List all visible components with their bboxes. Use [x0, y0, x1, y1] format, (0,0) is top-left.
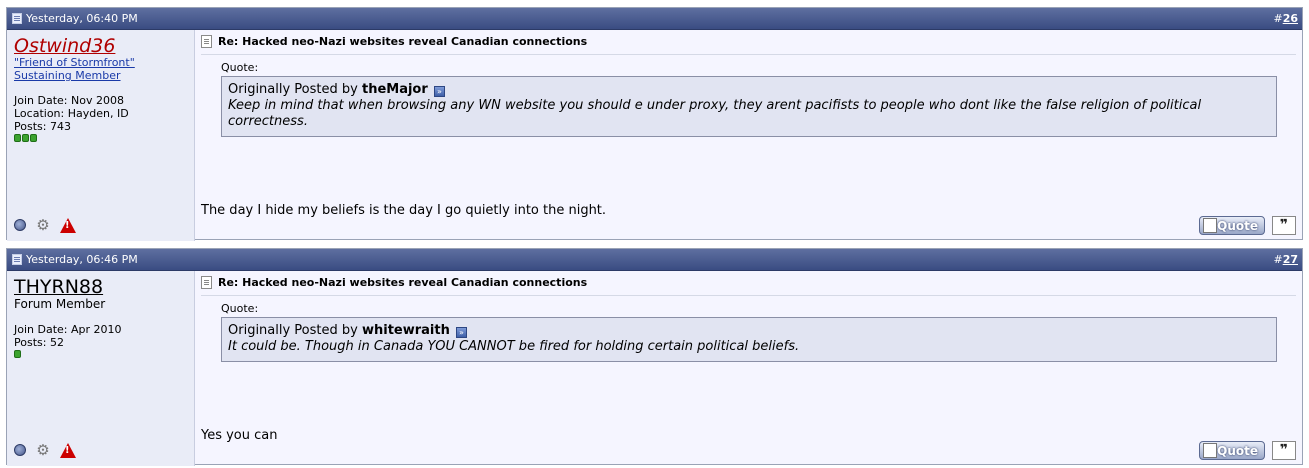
online-status-icon [14, 219, 26, 231]
address-book-icon[interactable]: ⚙ [34, 217, 52, 233]
user-info: Ostwind36 "Friend of Stormfront" Sustain… [7, 30, 195, 241]
view-post-icon[interactable]: » [456, 327, 467, 338]
post-header: Yesterday, 06:46 PM #27 [7, 249, 1302, 271]
post-count: Posts: 52 [14, 336, 64, 349]
quote-block: Quote: Originally Posted by theMajor » K… [221, 61, 1277, 137]
post-icon [12, 254, 22, 265]
post-count: Posts: 743 [14, 120, 71, 133]
post-title-row: Re: Hacked neo-Nazi websites reveal Cana… [201, 276, 1296, 296]
quote-button-label: Quote [1217, 218, 1258, 233]
quote-box: Originally Posted by whitewraith » It co… [221, 317, 1277, 362]
user-meta: Join Date: Apr 2010 Posts: 52 [14, 323, 187, 358]
post-number-link[interactable]: 27 [1283, 253, 1298, 266]
quote-attribution: Originally Posted by whitewraith » [228, 323, 1270, 339]
user-icons: ⚙ [14, 217, 76, 233]
location: Location: Hayden, ID [14, 107, 129, 120]
quote-prefix: Originally Posted by [228, 323, 358, 338]
post-number: #26 [1273, 12, 1298, 25]
post-message: Yes you can [201, 428, 278, 443]
post-number: #27 [1273, 253, 1298, 266]
post-header: Yesterday, 06:40 PM #26 [7, 8, 1302, 30]
user-title-link[interactable]: "Friend of Stormfront" [14, 56, 187, 69]
reputation-pip [14, 134, 21, 142]
quote-prefix: Originally Posted by [228, 82, 358, 97]
quote-pen-icon [1203, 443, 1217, 458]
join-date: Join Date: Nov 2008 [14, 94, 124, 107]
user-meta: Join Date: Nov 2008 Location: Hayden, ID… [14, 94, 187, 142]
view-post-icon[interactable]: » [433, 86, 445, 97]
post-number-hash: # [1273, 12, 1283, 25]
post-icon [12, 13, 22, 24]
post-date-text: Yesterday, 06:40 PM [26, 12, 138, 25]
report-post-icon[interactable] [60, 217, 76, 233]
reputation-bar [14, 134, 187, 142]
post-content: Re: Hacked neo-Nazi websites reveal Cana… [195, 271, 1302, 466]
post-date: Yesterday, 06:46 PM [12, 253, 138, 266]
post-title: Re: Hacked neo-Nazi websites reveal Cana… [218, 276, 588, 289]
username-link[interactable]: Ostwind36 [14, 36, 187, 56]
post-date: Yesterday, 06:40 PM [12, 12, 138, 25]
quote-button[interactable]: Quote [1199, 441, 1265, 460]
quote-button-label: Quote [1217, 443, 1258, 458]
quote-button[interactable]: Quote [1199, 216, 1265, 235]
post-message: The day I hide my beliefs is the day I g… [201, 203, 607, 218]
post-actions: Quote ❞ [1199, 441, 1296, 460]
quote-attribution: Originally Posted by theMajor » [228, 82, 1270, 98]
report-post-icon[interactable] [60, 442, 76, 458]
document-icon [201, 276, 212, 289]
username-link[interactable]: THYRN88 [14, 277, 187, 297]
post-26: Yesterday, 06:40 PM #26 Ostwind36 "Frien… [6, 7, 1303, 241]
post-actions: Quote ❞ [1199, 216, 1296, 235]
post-title-row: Re: Hacked neo-Nazi websites reveal Cana… [201, 35, 1296, 55]
post-content: Re: Hacked neo-Nazi websites reveal Cana… [195, 30, 1302, 241]
user-icons: ⚙ [14, 442, 76, 458]
online-status-icon [14, 444, 26, 456]
user-title-sustaining-link[interactable]: Sustaining Member [14, 69, 187, 82]
post-number-link[interactable]: 26 [1283, 12, 1298, 25]
multiquote-icon[interactable]: ❞ [1272, 216, 1296, 235]
user-info: THYRN88 Forum Member Join Date: Apr 2010… [7, 271, 195, 466]
quote-text: It could be. Though in Canada YOU CANNOT… [228, 339, 800, 354]
document-icon [201, 35, 212, 48]
reputation-pip [30, 134, 37, 142]
quote-block: Quote: Originally Posted by whitewraith … [221, 302, 1277, 362]
quote-author: whitewraith [361, 323, 450, 338]
post-27: Yesterday, 06:46 PM #27 THYRN88 Forum Me… [6, 248, 1303, 466]
quote-author: theMajor [361, 82, 428, 97]
post-date-text: Yesterday, 06:46 PM [26, 253, 138, 266]
multiquote-icon[interactable]: ❞ [1272, 441, 1296, 460]
quote-text: Keep in mind that when browsing any WN w… [228, 98, 1202, 129]
post-number-hash: # [1273, 253, 1283, 266]
user-title: Forum Member [14, 297, 106, 311]
reputation-pip [14, 350, 21, 358]
quote-pen-icon [1203, 218, 1217, 233]
reputation-pip [22, 134, 29, 142]
join-date: Join Date: Apr 2010 [14, 323, 122, 336]
reputation-bar [14, 350, 187, 358]
quote-box: Originally Posted by theMajor » Keep in … [221, 76, 1277, 137]
quote-label: Quote: [221, 302, 259, 315]
quote-label: Quote: [221, 61, 259, 74]
post-title: Re: Hacked neo-Nazi websites reveal Cana… [218, 35, 588, 48]
address-book-icon[interactable]: ⚙ [34, 442, 52, 458]
